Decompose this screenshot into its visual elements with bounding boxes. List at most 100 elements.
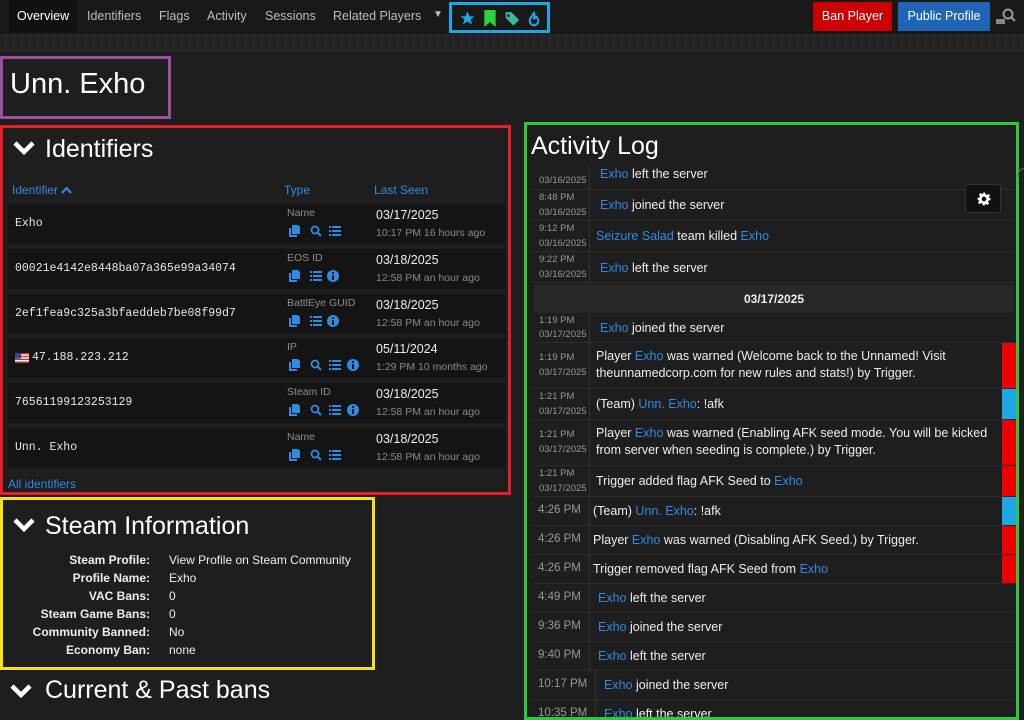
info-icon[interactable] bbox=[327, 315, 339, 327]
log-entry: 10:35 PM Exho left the server bbox=[534, 700, 1014, 717]
copy-icon[interactable] bbox=[289, 449, 300, 461]
settings-button[interactable] bbox=[965, 184, 1001, 213]
last-seen-date: 03/18/2025 bbox=[376, 432, 439, 446]
tab-flags[interactable]: Flags bbox=[151, 0, 198, 33]
steam-game-bans-value: 0 bbox=[169, 607, 176, 621]
star-icon[interactable] bbox=[459, 10, 476, 27]
search-icon[interactable] bbox=[310, 359, 322, 371]
log-entry: 9:22 PM 03/16/2025 Exho left the server bbox=[534, 252, 1014, 283]
profile-name-label: Profile Name: bbox=[72, 571, 150, 585]
log-timestamp: 4:49 PM bbox=[534, 584, 590, 612]
identifier-type: Steam ID bbox=[287, 386, 331, 398]
player-link[interactable]: Exho bbox=[635, 349, 664, 363]
player-link[interactable]: Exho bbox=[598, 649, 627, 663]
info-icon[interactable] bbox=[347, 359, 359, 371]
table-row: 47.188.223.212 IP 05/11/2024 1:29 PM 10 … bbox=[8, 338, 506, 378]
player-link[interactable]: Exho bbox=[598, 620, 627, 634]
log-timestamp: 4:26 PM bbox=[534, 526, 590, 554]
copy-icon[interactable] bbox=[289, 404, 300, 416]
list-icon[interactable] bbox=[310, 315, 322, 327]
player-link[interactable]: Exho bbox=[600, 321, 629, 335]
copy-icon[interactable] bbox=[289, 315, 300, 327]
player-link[interactable]: Unn. Exho bbox=[635, 504, 693, 518]
identifier-value: 2ef1fea9c325a3bfaeddeb7be08f99d7 bbox=[15, 307, 236, 320]
player-flags-box bbox=[449, 2, 550, 33]
list-icon[interactable] bbox=[329, 449, 341, 461]
list-icon[interactable] bbox=[329, 359, 341, 371]
team-chat-marker bbox=[1002, 389, 1016, 419]
column-last-seen[interactable]: Last Seen bbox=[374, 183, 428, 197]
log-timestamp: 1:19 PM 03/17/2025 bbox=[534, 313, 590, 342]
last-seen-date: 03/18/2025 bbox=[376, 387, 439, 401]
search-icon[interactable] bbox=[310, 449, 322, 461]
flame-icon[interactable] bbox=[527, 10, 541, 27]
search-icon[interactable] bbox=[310, 404, 322, 416]
ban-player-button[interactable]: Ban Player bbox=[813, 2, 892, 31]
list-icon[interactable] bbox=[310, 270, 322, 282]
tab-related-players[interactable]: Related Players bbox=[325, 0, 429, 33]
identifier-value: 76561199123253129 bbox=[15, 396, 133, 409]
economy-ban-value: none bbox=[169, 643, 196, 657]
identifier-type: IP bbox=[287, 341, 297, 353]
table-row: Exho Name 03/17/2025 10:17 PM 16 hours a… bbox=[8, 204, 506, 244]
tag-icon[interactable] bbox=[503, 10, 521, 27]
copy-icon[interactable] bbox=[289, 225, 300, 237]
related-players-dropdown-icon[interactable]: ▼ bbox=[433, 9, 443, 20]
player-link[interactable]: Unn. Exho bbox=[638, 397, 696, 411]
copy-icon[interactable] bbox=[289, 359, 300, 371]
tab-activity[interactable]: Activity bbox=[199, 0, 255, 33]
log-timestamp: 9:36 PM bbox=[534, 613, 590, 641]
search-icon[interactable] bbox=[310, 225, 322, 237]
player-link[interactable]: Exho bbox=[600, 198, 629, 212]
player-link[interactable]: Exho bbox=[600, 261, 629, 275]
player-link[interactable]: Exho bbox=[632, 533, 661, 547]
player-link[interactable]: Exho bbox=[635, 426, 664, 440]
public-profile-button[interactable]: Public Profile bbox=[898, 2, 990, 31]
last-seen-time: 12:58 PM an hour ago bbox=[376, 406, 480, 418]
column-identifier[interactable]: Identifier bbox=[12, 183, 73, 197]
bookmark-icon[interactable] bbox=[483, 10, 497, 27]
identifier-type: Name bbox=[287, 207, 316, 219]
search-icon[interactable] bbox=[996, 7, 1016, 25]
info-icon[interactable] bbox=[347, 404, 359, 416]
list-icon[interactable] bbox=[329, 404, 341, 416]
player-name: Unn. Exho bbox=[10, 68, 146, 100]
profile-name-value: Exho bbox=[169, 571, 197, 585]
steam-profile-link[interactable]: View Profile on Steam Community bbox=[169, 553, 351, 567]
player-name-box: Unn. Exho bbox=[0, 56, 171, 119]
player-link[interactable]: Exho bbox=[598, 591, 627, 605]
player-link[interactable]: Exho bbox=[604, 707, 633, 717]
player-link[interactable]: Exho bbox=[774, 474, 803, 488]
log-timestamp: 10:35 PM bbox=[534, 700, 596, 717]
chevron-down-icon[interactable] bbox=[13, 517, 35, 533]
player-link[interactable]: Exho bbox=[741, 229, 770, 243]
list-icon[interactable] bbox=[329, 225, 341, 237]
identifier-value: 47.188.223.212 bbox=[32, 351, 129, 364]
column-type[interactable]: Type bbox=[284, 183, 310, 197]
copy-icon[interactable] bbox=[289, 270, 300, 282]
player-link[interactable]: Exho bbox=[800, 562, 829, 576]
last-seen-date: 03/17/2025 bbox=[376, 208, 439, 222]
log-timestamp: 4:26 PM bbox=[534, 555, 590, 583]
log-entry: 1:19 PM 03/17/2025 Exho joined the server bbox=[534, 313, 1014, 343]
log-entry: 1:21 PM 03/17/2025 Player Exho was warned… bbox=[534, 420, 1016, 466]
gear-icon bbox=[977, 192, 991, 206]
chevron-down-icon[interactable] bbox=[10, 683, 32, 699]
tab-sessions[interactable]: Sessions bbox=[257, 0, 324, 33]
identifiers-panel: Identifiers Identifier Type Last Seen Ex… bbox=[0, 125, 511, 495]
player-link[interactable]: Exho bbox=[600, 167, 629, 181]
all-identifiers-link[interactable]: All identifiers bbox=[8, 477, 76, 491]
table-row: 00021e4142e8448ba07a365e99a34074 EOS ID … bbox=[8, 249, 506, 289]
player-link[interactable]: Exho bbox=[604, 678, 633, 692]
economy-ban-label: Economy Ban: bbox=[65, 643, 150, 657]
tab-overview[interactable]: Overview bbox=[9, 0, 78, 33]
log-timestamp: 1:19 PM 03/17/2025 bbox=[534, 343, 590, 388]
tab-identifiers[interactable]: Identifiers bbox=[79, 0, 149, 33]
log-entry: 03/16/2025 Exho left the server bbox=[534, 165, 1014, 190]
info-icon[interactable] bbox=[327, 270, 339, 282]
vac-bans-label: VAC Bans: bbox=[88, 589, 150, 603]
last-seen-date: 03/18/2025 bbox=[376, 253, 439, 267]
chevron-down-icon[interactable] bbox=[13, 140, 35, 156]
bans-heading: Current & Past bans bbox=[45, 676, 271, 704]
player-link[interactable]: Seizure Salad bbox=[596, 229, 674, 243]
